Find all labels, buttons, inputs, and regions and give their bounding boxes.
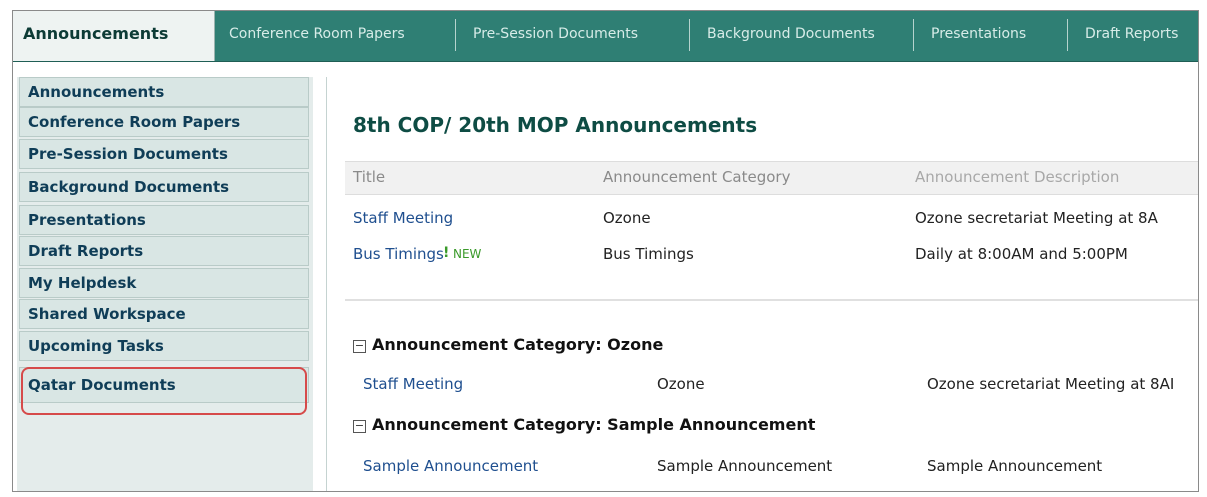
sidebar-nav: Announcements Conference Room Papers Pre… — [17, 77, 313, 491]
column-header-category[interactable]: Announcement Category — [603, 168, 790, 186]
row-description: Ozone secretariat Meeting at 8AI — [927, 375, 1175, 393]
tab-draft-reports[interactable]: Draft Reports — [1075, 11, 1198, 57]
sidebar-item-background-documents[interactable]: Background Documents — [19, 172, 309, 202]
row-title-link[interactable]: Sample Announcement — [363, 457, 538, 475]
sidebar-item-presentations[interactable]: Presentations — [19, 205, 309, 235]
group-header-sample-announcement[interactable]: − Announcement Category: Sample Announcem… — [353, 415, 815, 434]
sidebar-item-announcements[interactable]: Announcements — [19, 77, 309, 107]
new-badge: NEW — [453, 247, 482, 261]
row-description: Daily at 8:00AM and 5:00PM — [915, 245, 1128, 263]
sidebar-item-pre-session-documents[interactable]: Pre-Session Documents — [19, 139, 309, 169]
minus-box-icon[interactable]: − — [353, 340, 366, 353]
table-row: Sample Announcement Sample Announcement … — [327, 449, 1198, 483]
list-header: Title Announcement Category Announcement… — [345, 161, 1198, 195]
row-category: Bus Timings — [603, 245, 694, 263]
tab-presentations[interactable]: Presentations — [921, 11, 1067, 57]
tab-pre-session-documents[interactable]: Pre-Session Documents — [463, 11, 689, 57]
sidebar-item-upcoming-tasks[interactable]: Upcoming Tasks — [19, 331, 309, 361]
sidebar-item-conference-room-papers[interactable]: Conference Room Papers — [19, 107, 309, 137]
table-row: Staff Meeting Ozone Ozone secretariat Me… — [327, 201, 1198, 235]
row-description: Sample Announcement — [927, 457, 1103, 475]
row-category: Ozone — [603, 209, 651, 227]
new-item-icon: ! — [443, 245, 450, 261]
section-divider — [345, 299, 1198, 301]
app-frame: Announcements Conference Room Papers Pre… — [12, 10, 1199, 492]
row-category: Sample Announcement — [657, 457, 833, 475]
row-title-link[interactable]: Staff Meeting — [363, 375, 463, 393]
top-tab-bar: Announcements Conference Room Papers Pre… — [13, 11, 1198, 62]
highlight-ring — [21, 367, 307, 415]
table-row: Staff Meeting Ozone Ozone secretariat Me… — [327, 367, 1198, 401]
sidebar-item-my-helpdesk[interactable]: My Helpdesk — [19, 268, 309, 298]
group-header-ozone[interactable]: − Announcement Category: Ozone — [353, 335, 663, 354]
sidebar-item-draft-reports[interactable]: Draft Reports — [19, 236, 309, 266]
minus-box-icon[interactable]: − — [353, 420, 366, 433]
row-title-link[interactable]: Bus Timings — [353, 245, 444, 263]
tab-separator — [913, 19, 914, 51]
tab-conference-room-papers[interactable]: Conference Room Papers — [219, 11, 455, 57]
group-header-label: Announcement Category: Sample Announceme… — [372, 415, 816, 434]
tab-announcements[interactable]: Announcements — [13, 11, 215, 61]
column-header-description[interactable]: Announcement Description — [915, 168, 1119, 186]
row-description: Ozone secretariat Meeting at 8A — [915, 209, 1158, 227]
tab-background-documents[interactable]: Background Documents — [697, 11, 913, 57]
tab-separator — [1067, 19, 1068, 51]
row-category: Ozone — [657, 375, 705, 393]
row-title-link[interactable]: Staff Meeting — [353, 209, 453, 227]
sidebar-item-shared-workspace[interactable]: Shared Workspace — [19, 299, 309, 329]
group-header-label: Announcement Category: Ozone — [372, 335, 664, 354]
column-header-title[interactable]: Title — [353, 168, 385, 186]
tab-separator — [689, 19, 690, 51]
page-title: 8th COP/ 20th MOP Announcements — [353, 113, 758, 137]
tab-separator — [455, 19, 456, 51]
main-panel: 8th COP/ 20th MOP Announcements Title An… — [326, 77, 1198, 491]
table-row: Bus Timings ! NEW Bus Timings Daily at 8… — [327, 237, 1198, 271]
